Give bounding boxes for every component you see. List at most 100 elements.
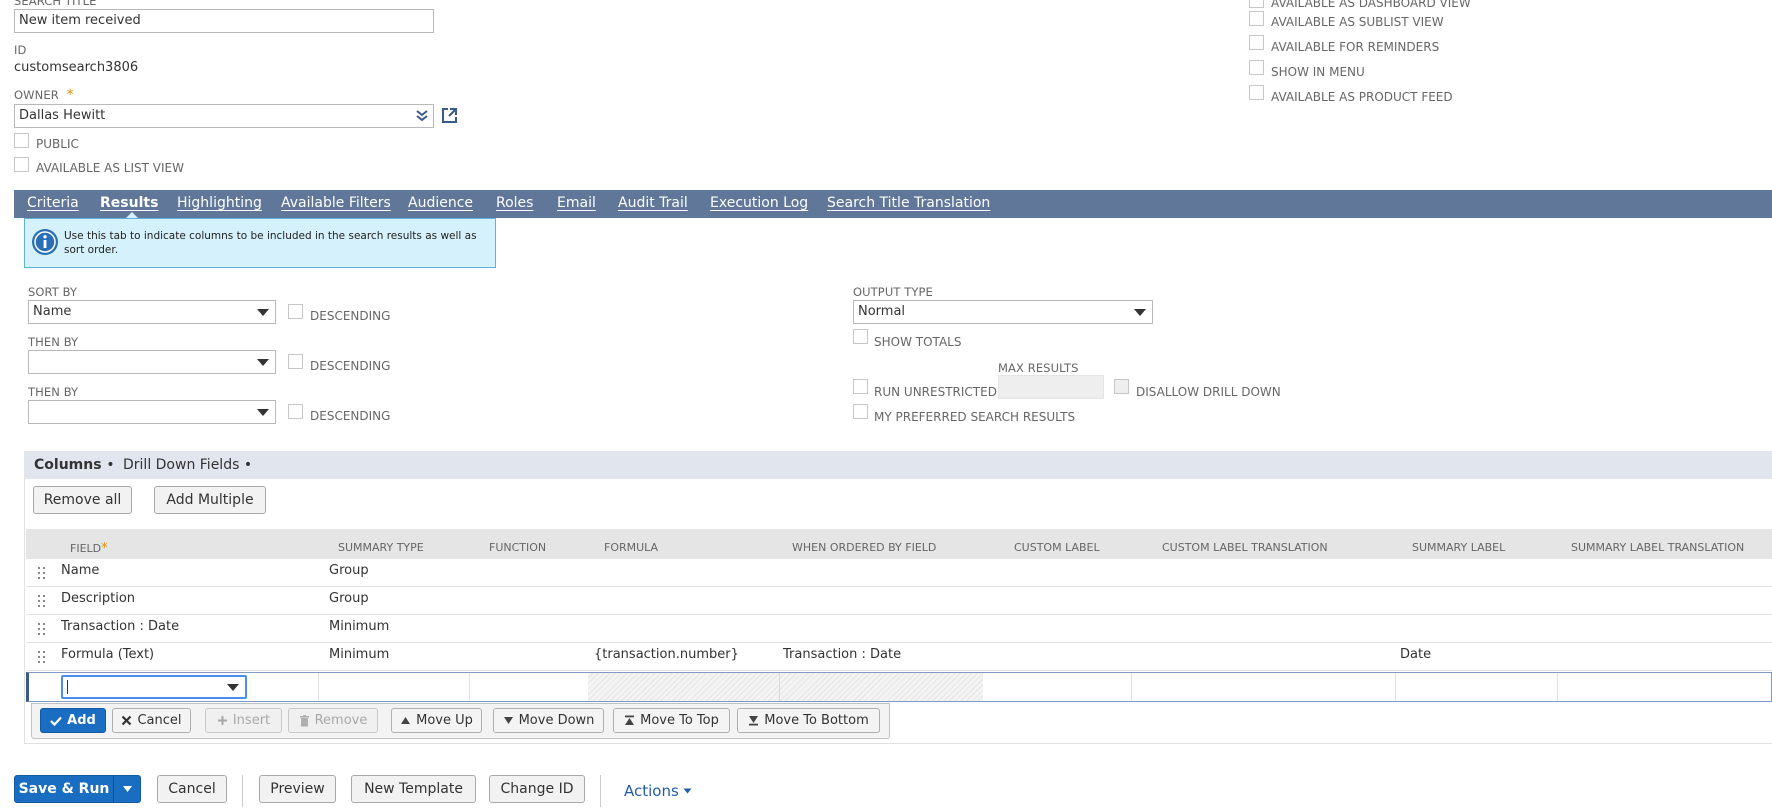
descending-label-2: DESCENDING xyxy=(310,359,391,373)
dashboard-view-checkbox[interactable] xyxy=(1249,0,1264,8)
max-results-label: MAX RESULTS xyxy=(998,361,1079,375)
arrow-to-bottom-icon xyxy=(749,716,759,726)
chevron-down-icon xyxy=(257,309,269,316)
list-view-checkbox[interactable] xyxy=(14,157,29,172)
output-type-select[interactable]: Normal xyxy=(853,300,1153,324)
table-row[interactable]: Formula (Text) Minimum {transaction.numb… xyxy=(26,643,1772,671)
table-row[interactable]: Description Group xyxy=(26,587,1772,615)
tab-email[interactable]: Email xyxy=(557,195,596,211)
descending-checkbox-1[interactable] xyxy=(288,304,303,319)
actions-label: Actions xyxy=(624,782,679,800)
product-feed-checkbox[interactable] xyxy=(1249,85,1264,100)
arrow-down-icon xyxy=(503,717,513,724)
tab-highlighting[interactable]: Highlighting xyxy=(177,195,262,211)
run-unrestricted-label: RUN UNRESTRICTED xyxy=(874,385,997,399)
move-up-button[interactable]: Move Up xyxy=(391,708,482,733)
remove-all-button[interactable]: Remove all xyxy=(33,486,132,514)
col-header-formula: FORMULA xyxy=(604,541,659,554)
id-value: customsearch3806 xyxy=(14,60,139,75)
drag-handle-icon[interactable] xyxy=(38,595,46,607)
change-id-button[interactable]: Change ID xyxy=(489,775,585,803)
double-chevron-down-icon[interactable] xyxy=(415,109,429,123)
descending-checkbox-3[interactable] xyxy=(288,404,303,419)
drag-handle-icon[interactable] xyxy=(38,567,46,579)
subtab-drill-down-fields[interactable]: Drill Down Fields • xyxy=(123,457,252,473)
tab-criteria[interactable]: Criteria xyxy=(27,195,79,211)
show-totals-checkbox[interactable] xyxy=(853,329,868,344)
subtab-columns[interactable]: Columns • xyxy=(34,457,115,473)
move-to-bottom-button[interactable]: Move To Bottom xyxy=(737,708,880,733)
save-run-dropdown[interactable] xyxy=(114,776,140,802)
move-down-button[interactable]: Move Down xyxy=(493,708,604,733)
reminders-checkbox[interactable] xyxy=(1249,35,1264,50)
add-row-button[interactable]: Add xyxy=(40,708,106,733)
tab-audit-trail[interactable]: Audit Trail xyxy=(618,195,688,211)
divider xyxy=(1395,673,1396,701)
dashboard-view-checkbox-label: AVAILABLE AS DASHBOARD VIEW xyxy=(1271,0,1471,10)
actions-menu[interactable]: Actions xyxy=(624,782,692,800)
col-header-field-text: FIELD xyxy=(70,542,102,555)
save-run-button[interactable]: Save & Run xyxy=(15,776,114,802)
required-mark: * xyxy=(101,541,108,556)
drag-handle-icon[interactable] xyxy=(38,623,46,635)
tab-results[interactable]: Results xyxy=(100,195,158,211)
cell-formula: {transaction.number} xyxy=(594,647,739,662)
tab-execution-log[interactable]: Execution Log xyxy=(710,195,808,211)
sort-by-label: SORT BY xyxy=(28,285,78,299)
tab-available-filters[interactable]: Available Filters xyxy=(281,195,391,211)
sublist-view-checkbox[interactable] xyxy=(1249,11,1264,26)
info-icon xyxy=(32,229,58,255)
insert-row-label: Insert xyxy=(232,713,271,728)
disallow-drill-down-checkbox[interactable] xyxy=(1114,379,1129,394)
cell-summary-type: Minimum xyxy=(329,619,390,634)
move-down-label: Move Down xyxy=(518,713,595,728)
show-totals-label: SHOW TOTALS xyxy=(874,335,962,349)
text-cursor xyxy=(67,680,68,694)
preferred-results-label: MY PREFERRED SEARCH RESULTS xyxy=(874,410,1076,424)
trash-icon xyxy=(299,714,309,726)
public-checkbox[interactable] xyxy=(14,133,29,148)
max-results-input xyxy=(998,375,1104,399)
col-header-custom-label-translation: CUSTOM LABEL TRANSLATION xyxy=(1162,541,1328,554)
table-row[interactable]: Name Group xyxy=(26,559,1772,587)
tab-audience[interactable]: Audience xyxy=(408,195,473,211)
tab-roles[interactable]: Roles xyxy=(496,195,533,211)
tab-bar: Criteria Results Highlighting Available … xyxy=(14,190,1772,218)
descending-label-1: DESCENDING xyxy=(310,309,391,323)
run-unrestricted-checkbox[interactable] xyxy=(853,379,868,394)
then-by-select-1[interactable] xyxy=(28,350,276,374)
preview-button[interactable]: Preview xyxy=(259,775,336,803)
new-template-button[interactable]: New Template xyxy=(351,775,476,803)
drag-handle-icon[interactable] xyxy=(38,651,46,663)
arrow-to-top-icon xyxy=(625,715,635,725)
cancel-row-label: Cancel xyxy=(137,713,182,728)
field-select-input[interactable] xyxy=(61,675,247,699)
add-row-label: Add xyxy=(67,713,96,728)
arrow-up-icon xyxy=(401,717,411,724)
sort-by-select[interactable]: Name xyxy=(28,300,276,324)
cell-field: Transaction : Date xyxy=(61,619,180,634)
remove-row-button[interactable]: Remove xyxy=(288,708,378,733)
owner-select[interactable]: Dallas Hewitt xyxy=(14,104,434,128)
open-link-icon[interactable] xyxy=(441,107,458,124)
cancel-row-button[interactable]: Cancel xyxy=(112,708,191,733)
add-multiple-button[interactable]: Add Multiple xyxy=(154,486,266,514)
chevron-down-icon xyxy=(227,684,239,691)
then-by-select-2[interactable] xyxy=(28,400,276,424)
tab-search-title-translation[interactable]: Search Title Translation xyxy=(827,195,990,211)
chevron-down-icon xyxy=(683,788,692,794)
move-to-top-button[interactable]: Move To Top xyxy=(613,708,730,733)
preferred-results-checkbox[interactable] xyxy=(853,404,868,419)
subtab-bar: Columns • Drill Down Fields • xyxy=(24,451,1772,479)
reminders-checkbox-label: AVAILABLE FOR REMINDERS xyxy=(1271,40,1440,54)
show-in-menu-checkbox[interactable] xyxy=(1249,60,1264,75)
descending-checkbox-2[interactable] xyxy=(288,354,303,369)
insert-row-button[interactable]: Insert xyxy=(205,708,282,733)
col-header-field: FIELD* xyxy=(70,541,108,556)
table-row[interactable]: Transaction : Date Minimum xyxy=(26,615,1772,643)
cancel-button[interactable]: Cancel xyxy=(157,775,227,803)
col-header-summary-label: SUMMARY LABEL xyxy=(1412,541,1506,554)
disabled-formula-area xyxy=(588,673,983,701)
edit-row[interactable] xyxy=(26,672,1772,702)
search-title-input[interactable]: New item received xyxy=(14,9,434,33)
